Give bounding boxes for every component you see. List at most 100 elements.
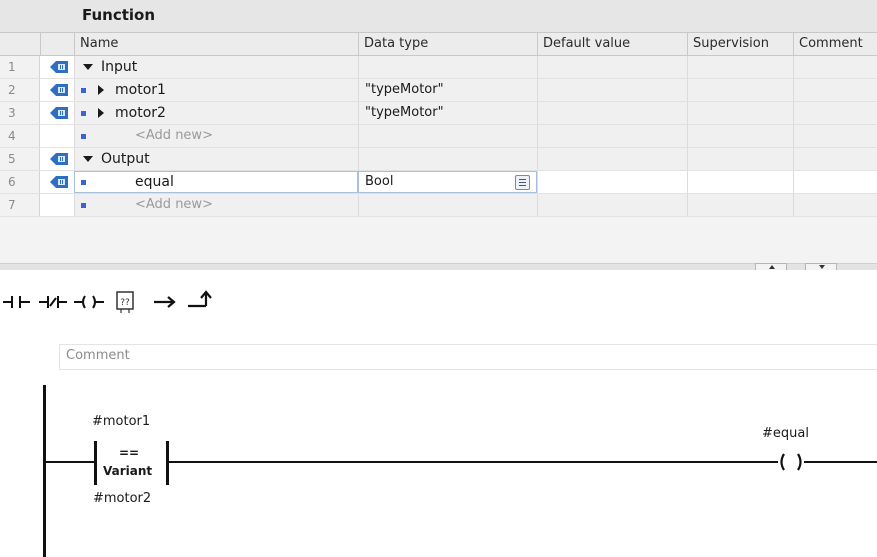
empty-box-icon[interactable]: ?? — [108, 285, 142, 319]
scroll-down-button[interactable] — [805, 263, 837, 270]
row-name: equal — [135, 174, 174, 190]
comment-cell — [793, 79, 877, 101]
name-cell[interactable]: <Add new> — [74, 125, 358, 147]
row-name: Output — [101, 151, 150, 167]
member-marker-icon — [81, 134, 86, 139]
output-param-icon — [50, 176, 68, 188]
network-comment-placeholder: Comment — [66, 348, 130, 363]
left-power-rail — [43, 385, 46, 557]
row-number: 4 — [0, 125, 40, 147]
header-data-type[interactable]: Data type — [358, 33, 537, 55]
close-branch-icon[interactable] — [184, 285, 218, 319]
header-default-value[interactable]: Default value — [537, 33, 687, 55]
scroll-up-button[interactable] — [755, 263, 787, 270]
table-header: Name Data type Default value Supervision… — [0, 32, 877, 56]
supervision-cell — [687, 102, 793, 124]
expand-arrow-icon[interactable] — [98, 85, 104, 95]
row-name: motor2 — [115, 105, 166, 121]
add-new-placeholder: <Add new> — [135, 128, 213, 143]
default-value-cell — [537, 56, 687, 78]
header-supervision[interactable]: Supervision — [687, 33, 793, 55]
row-number: 2 — [0, 79, 40, 101]
coil-left-arc — [780, 453, 785, 471]
normally-closed-contact-icon[interactable] — [36, 285, 70, 319]
name-cell[interactable]: equal — [74, 171, 358, 193]
supervision-cell — [687, 148, 793, 170]
comment-cell — [793, 148, 877, 170]
row-number: 6 — [0, 171, 40, 193]
comment-cell[interactable] — [793, 171, 877, 193]
table-row[interactable]: 2 motor1 "typeMotor" — [0, 79, 877, 102]
supervision-cell[interactable] — [687, 171, 793, 193]
comparator-input-1[interactable]: #motor1 — [92, 414, 150, 429]
add-new-placeholder: <Add new> — [135, 197, 213, 212]
name-cell[interactable]: motor1 — [74, 79, 358, 101]
table-empty-area — [0, 217, 877, 263]
coil-operand[interactable]: #equal — [762, 426, 809, 441]
header-rownum — [0, 33, 40, 55]
data-type-cell[interactable]: "typeMotor" — [358, 102, 537, 124]
comment-cell — [793, 56, 877, 78]
output-coil-icon[interactable] — [72, 285, 106, 319]
member-marker-icon — [81, 203, 86, 208]
splitter-bar[interactable] — [0, 263, 877, 270]
type-list-button[interactable] — [515, 175, 530, 190]
comparator-box-left — [94, 441, 97, 485]
output-section-icon — [50, 153, 68, 165]
open-branch-icon[interactable] — [148, 285, 182, 319]
comment-cell — [793, 102, 877, 124]
comparator-operator: == — [119, 446, 140, 460]
name-cell[interactable]: motor2 — [74, 102, 358, 124]
svg-text:??: ?? — [120, 298, 130, 308]
row-name: Input — [101, 59, 138, 75]
supervision-cell — [687, 125, 793, 147]
ladder-toolbar: ?? — [0, 285, 330, 325]
name-cell[interactable]: Output — [74, 148, 358, 170]
collapse-arrow-icon[interactable] — [83, 64, 93, 70]
member-marker-icon — [81, 88, 86, 93]
comparator-type[interactable]: Variant — [103, 464, 152, 478]
expand-arrow-icon[interactable] — [98, 108, 104, 118]
default-value-cell — [537, 79, 687, 101]
row-number: 3 — [0, 102, 40, 124]
data-type-cell[interactable]: "typeMotor" — [358, 79, 537, 101]
header-comment[interactable]: Comment — [793, 33, 877, 55]
row-data-type: "typeMotor" — [365, 105, 444, 120]
default-value-cell — [537, 194, 687, 216]
default-value-cell — [537, 148, 687, 170]
input-param-icon — [50, 84, 68, 96]
name-cell[interactable]: <Add new> — [74, 194, 358, 216]
comparator-box-right — [166, 441, 169, 485]
default-value-cell — [537, 102, 687, 124]
input-section-icon — [50, 61, 68, 73]
table-row[interactable]: 5 Output — [0, 148, 877, 171]
table-row[interactable]: 4 <Add new> — [0, 125, 877, 148]
name-cell[interactable]: Input — [74, 56, 358, 78]
supervision-cell — [687, 194, 793, 216]
input-param-icon — [50, 107, 68, 119]
table-row-selected[interactable]: 6 equal Bool — [0, 171, 877, 194]
data-type-cell[interactable]: Bool — [358, 171, 537, 193]
comparator-input-2[interactable]: #motor2 — [93, 491, 151, 506]
row-name: motor1 — [115, 82, 166, 98]
normally-open-contact-icon[interactable] — [0, 285, 34, 319]
table-row[interactable]: 3 motor2 "typeMotor" — [0, 102, 877, 125]
default-value-cell[interactable] — [537, 171, 687, 193]
table-row[interactable]: 7 <Add new> — [0, 194, 877, 217]
supervision-cell — [687, 79, 793, 101]
coil-right-arc — [797, 453, 802, 471]
row-number: 7 — [0, 194, 40, 216]
row-number: 1 — [0, 56, 40, 78]
comment-cell — [793, 194, 877, 216]
data-type-cell — [358, 148, 537, 170]
table-row[interactable]: 1 Input — [0, 56, 877, 79]
network-comment-field[interactable]: Comment — [59, 344, 877, 370]
block-interface-table: Function Name Data type Default value Su… — [0, 0, 877, 270]
collapse-arrow-icon[interactable] — [83, 156, 93, 162]
header-name[interactable]: Name — [74, 33, 358, 55]
block-title: Function — [82, 6, 156, 24]
data-type-cell — [358, 56, 537, 78]
row-number: 5 — [0, 148, 40, 170]
data-type-cell — [358, 125, 537, 147]
default-value-cell — [537, 125, 687, 147]
